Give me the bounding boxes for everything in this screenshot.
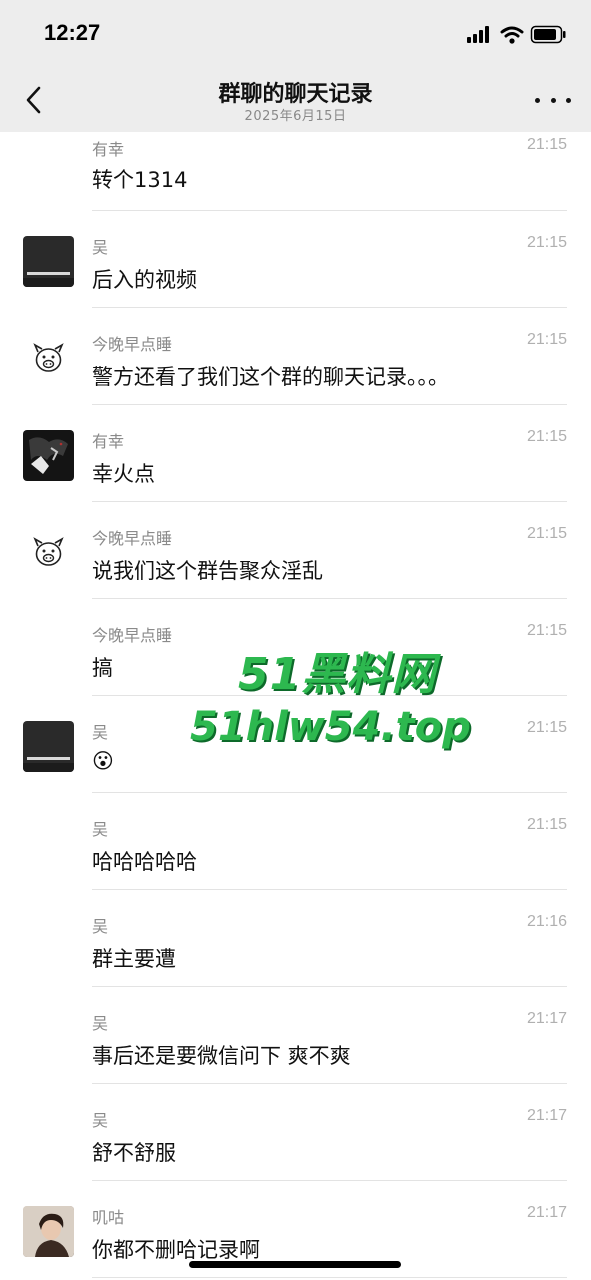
message-text: 舒不舒服 [92, 1141, 176, 1165]
home-indicator[interactable] [189, 1261, 401, 1268]
message-row[interactable]: 今晚早点睡 21:15 搞 [0, 599, 591, 696]
message-text: 说我们这个群告聚众淫乱 [92, 559, 323, 583]
avatar[interactable] [23, 333, 74, 384]
message-text: 你都不删哈记录啊 [92, 1238, 260, 1262]
sender-name: 今晚早点睡 [92, 529, 173, 548]
message-text: 后入的视频 [92, 268, 197, 292]
sender-name: 今晚早点睡 [92, 335, 173, 354]
pig-face-icon [33, 343, 64, 372]
sender-name: 吴 [92, 820, 109, 839]
sender-name: 今晚早点睡 [92, 626, 173, 645]
message-time: 21:15 [526, 428, 567, 445]
message-text: 幸火点 [92, 462, 155, 486]
message-time: 21:15 [526, 136, 567, 153]
message-row[interactable]: 吴 21:15 哈哈哈哈哈 [0, 793, 591, 890]
avatar[interactable] [23, 430, 74, 481]
message-time: 21:15 [526, 525, 567, 542]
signal-icon [467, 26, 489, 43]
message-text: 群主要遭 [92, 947, 176, 971]
avatar[interactable] [23, 1206, 74, 1257]
message-row[interactable]: 吴 21:15 😮 [0, 696, 591, 793]
message-row[interactable]: 有幸 21:15 幸火点 [0, 405, 591, 502]
message-list[interactable]: 有幸 21:15 转个1314 吴 21:15 后入的视频 今晚早点睡 21:1… [0, 132, 591, 1278]
message-text: 哈哈哈哈哈 [92, 850, 197, 874]
message-row[interactable]: 今晚早点睡 21:15 警方还看了我们这个群的聊天记录。。。 [0, 308, 591, 405]
avatar[interactable] [23, 527, 74, 578]
sender-name: 吴 [92, 917, 109, 936]
message-time: 21:17 [526, 1010, 567, 1027]
status-time: 12:27 [44, 20, 101, 45]
message-row[interactable]: 今晚早点睡 21:15 说我们这个群告聚众淫乱 [0, 502, 591, 599]
sender-name: 叽咕 [92, 1208, 125, 1227]
message-time: 21:15 [526, 622, 567, 639]
pig-face-icon [33, 537, 64, 566]
sender-name: 吴 [92, 1014, 109, 1033]
nav-bar: 群聊的聊天记录 2025年6月15日 [0, 66, 591, 132]
message-row[interactable]: 吴 21:16 群主要遭 [0, 890, 591, 987]
message-emoji: 😮 [92, 749, 114, 773]
dark-art-icon [29, 437, 68, 474]
message-time: 21:17 [526, 1107, 567, 1124]
more-dot-icon [550, 97, 556, 103]
message-time: 21:15 [526, 234, 567, 251]
battery-icon [530, 25, 566, 44]
page-title: 群聊的聊天记录 [218, 82, 373, 107]
divider [92, 1277, 567, 1278]
message-text: 警方还看了我们这个群的聊天记录。。。 [92, 365, 449, 389]
message-text: 搞 [92, 656, 113, 680]
message-time: 21:16 [526, 913, 567, 930]
message-time: 21:17 [526, 1204, 567, 1221]
sender-name: 吴 [92, 1111, 109, 1130]
sender-name: 有幸 [92, 432, 125, 451]
message-text: 转个1314 [92, 168, 188, 192]
message-text: 事后还是要微信问下 爽不爽 [92, 1044, 351, 1068]
more-dot-icon [566, 97, 571, 103]
sender-name: 吴 [92, 238, 109, 257]
avatar[interactable] [23, 236, 74, 287]
message-row[interactable]: 吴 21:17 事后还是要微信问下 爽不爽 [0, 987, 591, 1084]
message-time: 21:15 [526, 816, 567, 833]
message-time: 21:15 [526, 719, 567, 736]
sender-name: 吴 [92, 723, 109, 742]
wifi-icon [500, 26, 524, 44]
page-subtitle-date: 2025年6月15日 [244, 109, 347, 124]
message-time: 21:15 [526, 331, 567, 348]
message-row[interactable]: 有幸 21:15 转个1314 [0, 132, 591, 211]
person-photo-icon [23, 1206, 74, 1257]
sender-name: 有幸 [92, 140, 125, 159]
avatar[interactable] [23, 721, 74, 772]
more-options-button[interactable] [535, 88, 571, 112]
more-dot-icon [535, 97, 540, 103]
status-bar: 12:27 [0, 0, 591, 66]
status-icons [467, 24, 567, 46]
message-row[interactable]: 吴 21:17 舒不舒服 [0, 1084, 591, 1181]
message-row[interactable]: 吴 21:15 后入的视频 [0, 211, 591, 308]
